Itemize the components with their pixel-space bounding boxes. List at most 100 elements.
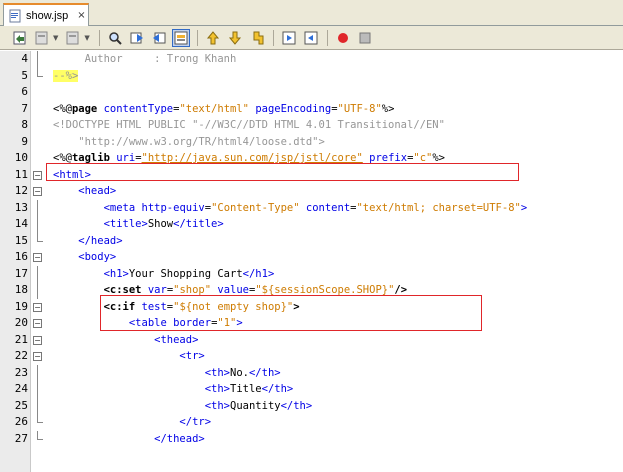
line-number: 11 (14, 167, 28, 181)
fold-end-marker (37, 430, 43, 440)
fold-toggle-icon[interactable]: − (33, 352, 42, 361)
code-token: "Content-Type" (211, 201, 300, 214)
code-editor[interactable]: 4 Author : Trong Khanh 5 --%> 6 7 <%@page con… (0, 51, 623, 472)
code-text: <head> (53, 183, 116, 200)
tab-label: show.jsp (26, 9, 69, 22)
bookmark-icon[interactable] (248, 29, 266, 47)
line-number: 17 (14, 266, 28, 280)
code-text: <title>Show</title> (53, 216, 224, 233)
uncomment-icon[interactable] (302, 29, 320, 47)
toolbar-separator (196, 29, 198, 46)
fold-end-marker (37, 232, 43, 242)
code-token: --%> (53, 69, 79, 82)
code-line[interactable]: 9 "http://www.w3.org/TR/html4/loose.dtd"… (0, 134, 623, 151)
find-next-icon[interactable] (150, 29, 168, 47)
cset-cif-highlight-box (100, 295, 482, 331)
toggle-highlight-icon[interactable] (171, 28, 190, 47)
code-line[interactable]: 12− <head> (0, 183, 623, 200)
code-token: </tr> (53, 416, 212, 428)
code-text: --%> (53, 68, 79, 85)
line-number: 21 (14, 332, 28, 346)
record-macro-icon[interactable] (334, 29, 352, 47)
code-line[interactable]: 26 </tr> (0, 414, 623, 431)
line-number: 12 (14, 184, 28, 197)
line-number: 24 (14, 382, 28, 395)
code-text: <meta http-equiv="Content-Type" content=… (53, 200, 528, 217)
fold-toggle-icon[interactable]: − (33, 170, 42, 180)
code-line[interactable]: 5 --%> (0, 67, 623, 85)
editor-toolbar: ▼ ▼ (0, 26, 623, 50)
line-number: 22 (14, 349, 28, 362)
line-number: 13 (14, 200, 28, 214)
code-token: </thead> (53, 432, 205, 445)
code-text: "http://www.w3.org/TR/html4/loose.dtd"> (53, 134, 325, 151)
code-token: <tr> (53, 350, 205, 362)
code-text: <h1>Your Shopping Cart</h1> (53, 266, 275, 283)
code-line[interactable]: 27 </thead> (0, 430, 623, 448)
code-token: <head> (53, 185, 117, 197)
code-line[interactable]: 16− <body> (0, 249, 623, 266)
code-line[interactable]: 24 <th>Title</th> (0, 381, 623, 398)
find-icon[interactable] (106, 29, 124, 47)
code-token: <title> (53, 218, 148, 230)
code-token: </title> (173, 218, 224, 230)
code-token: pageEncoding (249, 102, 332, 115)
line-number: 5 (21, 68, 28, 82)
code-line[interactable]: 17 <h1>Your Shopping Cart</h1> (0, 265, 623, 283)
last-edit-icon[interactable] (64, 29, 82, 47)
code-token: Author : Trong Khanh (53, 53, 237, 65)
code-token: </th> (280, 399, 313, 412)
tab-show-jsp[interactable]: show.jsp × (3, 3, 89, 26)
chevron-down-icon[interactable]: ▼ (53, 34, 58, 42)
fold-toggle-icon[interactable]: − (33, 253, 42, 262)
code-token: Your Shopping Cart (128, 267, 243, 280)
shift-left-icon[interactable] (204, 29, 222, 47)
find-previous-icon[interactable] (128, 29, 146, 47)
code-line[interactable]: 21− <thead> (0, 332, 623, 349)
chevron-down-icon[interactable]: ▼ (84, 34, 89, 42)
toolbar-separator (98, 29, 100, 46)
line-number: 26 (14, 415, 28, 428)
code-token: "http://www.w3.org/TR/html4/loose.dtd"> (53, 135, 325, 148)
code-text: <th>Quantity</th> (53, 398, 313, 415)
code-token: Quantity (230, 399, 281, 412)
code-line[interactable]: 23 <th>No.</th> (0, 364, 623, 381)
code-token: <th> (53, 366, 231, 379)
code-text: </tr> (53, 414, 211, 431)
fold-guide-line (37, 397, 38, 414)
code-line[interactable]: 15 </head> (0, 232, 623, 250)
code-text: Author : Trong Khanh (53, 51, 237, 68)
code-token: Title (230, 383, 262, 395)
code-line[interactable]: 14 <title>Show</title> (0, 216, 623, 233)
code-token: <!DOCTYPE HTML PUBLIC "-//W3C//DTD HTML … (53, 119, 445, 131)
fold-guide-line (37, 216, 38, 233)
close-tab-icon[interactable]: × (77, 10, 85, 21)
code-text: <!DOCTYPE HTML PUBLIC "-//W3C//DTD HTML … (53, 117, 445, 134)
code-token: <body> (53, 251, 117, 263)
fold-guide-line (37, 381, 38, 398)
toolbar-separator (326, 29, 328, 46)
code-line[interactable]: 25 <th>Quantity</th> (0, 397, 623, 415)
forward-icon[interactable] (33, 29, 51, 47)
fold-toggle-icon[interactable]: − (33, 319, 42, 328)
stop-macro-icon[interactable] (356, 29, 374, 47)
jsp-file-icon (9, 9, 21, 22)
code-line[interactable]: 7 <%@page contentType="text/html" pageEnc… (0, 101, 623, 118)
fold-toggle-icon[interactable]: − (33, 302, 42, 312)
fold-toggle-icon[interactable]: − (33, 187, 42, 196)
back-history-icon[interactable] (11, 29, 29, 47)
comment-icon[interactable] (280, 29, 298, 47)
code-token: <h1> (53, 267, 129, 280)
code-text: <th>Title</th> (53, 381, 294, 398)
code-line[interactable]: 6 (0, 84, 623, 101)
code-token: page (71, 102, 98, 115)
code-line[interactable]: 22− <tr> (0, 348, 623, 365)
code-line[interactable]: 13 <meta http-equiv="Content-Type" conte… (0, 199, 623, 217)
code-line[interactable]: 8 <!DOCTYPE HTML PUBLIC "-//W3C//DTD HTML… (0, 117, 623, 134)
code-text: </thead> (53, 431, 205, 448)
shift-right-icon[interactable] (226, 29, 244, 47)
code-line[interactable]: 4 Author : Trong Khanh (0, 51, 623, 68)
fold-toggle-icon[interactable]: − (33, 335, 42, 345)
code-token: </h1> (242, 267, 275, 280)
